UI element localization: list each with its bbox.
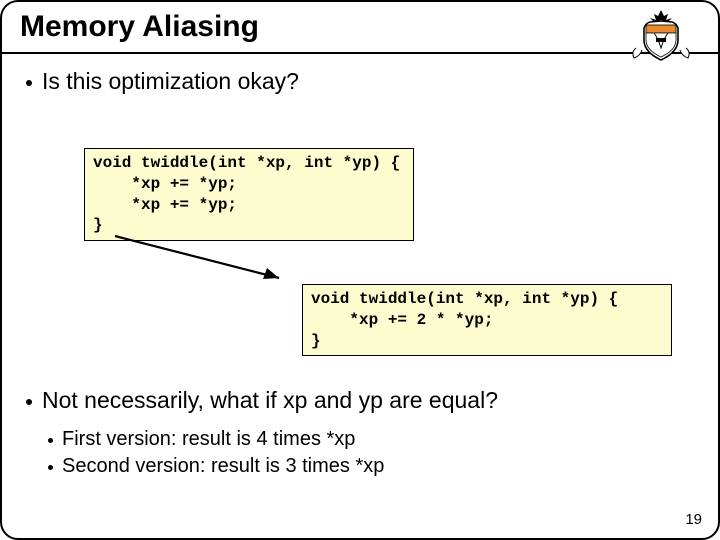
bullet-question: Is this optimization okay?	[22, 68, 698, 95]
code-block-optimized: void twiddle(int *xp, int *yp) { *xp += …	[302, 284, 672, 356]
bullet-dot-icon	[26, 80, 32, 86]
code-block-original: void twiddle(int *xp, int *yp) { *xp += …	[84, 148, 414, 241]
bullet-text: Not necessarily, what if xp and yp are e…	[42, 387, 498, 414]
slide-frame: Memory Aliasing Is this optimization oka…	[0, 0, 720, 540]
bullet-text: Second version: result is 3 times *xp	[62, 455, 384, 478]
bullet-text: First version: result is 4 times *xp	[62, 428, 355, 451]
bullet-sub1: First version: result is 4 times *xp	[44, 428, 698, 451]
page-number: 19	[685, 511, 702, 528]
bullet-dot-icon	[48, 465, 53, 470]
arrow-icon	[107, 230, 297, 290]
princeton-shield-logo	[626, 8, 696, 64]
bullet-dot-icon	[26, 399, 32, 405]
bullet-sub2: Second version: result is 3 times *xp	[44, 455, 698, 478]
bullet-dot-icon	[48, 438, 53, 443]
header: Memory Aliasing	[2, 2, 718, 50]
bullet-answer: Not necessarily, what if xp and yp are e…	[22, 387, 698, 414]
bullet-text: Is this optimization okay?	[42, 68, 299, 95]
lower-content: Not necessarily, what if xp and yp are e…	[22, 387, 698, 482]
content-area: Is this optimization okay?	[2, 54, 718, 95]
page-title: Memory Aliasing	[20, 10, 700, 44]
